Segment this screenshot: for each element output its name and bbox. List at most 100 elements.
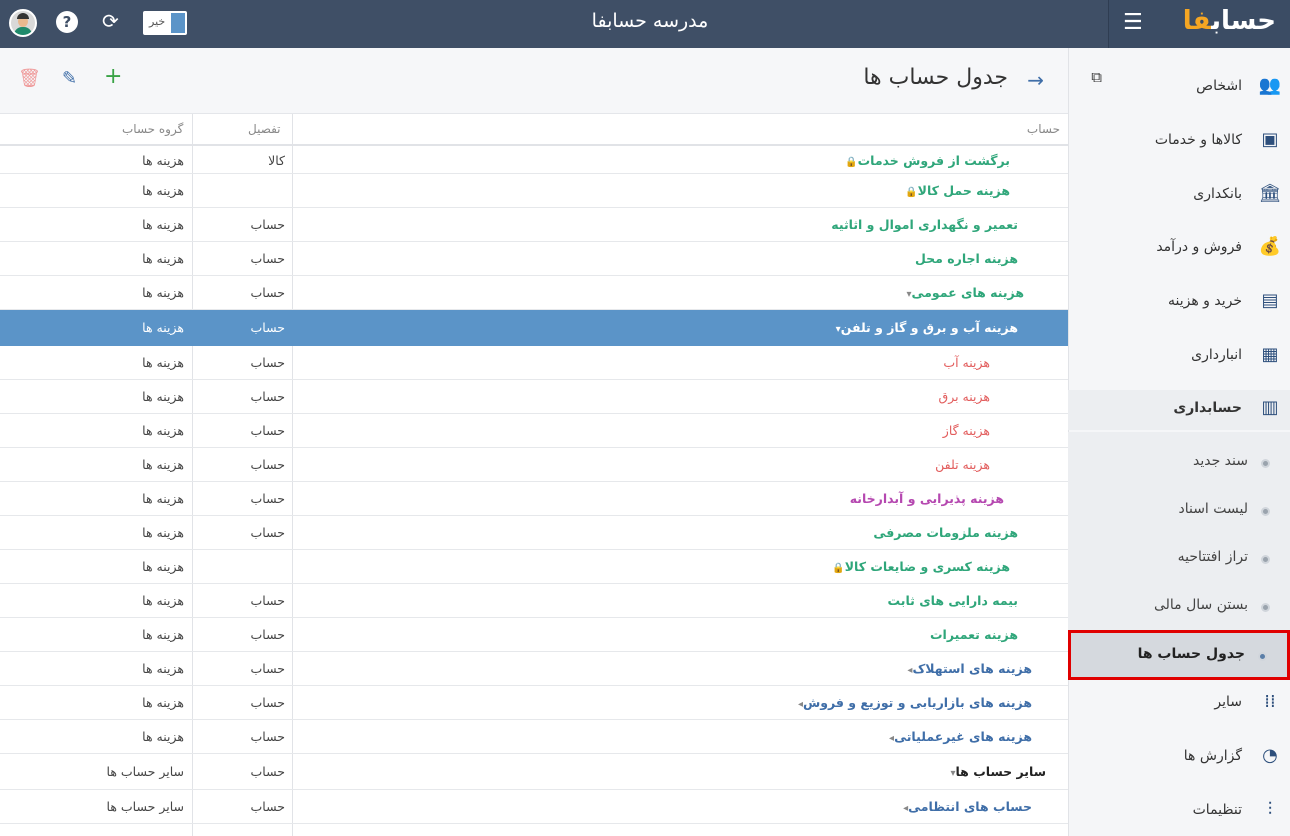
account-name[interactable]: بیمه دارایی های ثابت	[888, 593, 1018, 608]
submenu-item[interactable]: بستن سال مالی	[1068, 584, 1290, 628]
sidebar-item-label: انبارداری	[1191, 347, 1242, 363]
account-name[interactable]: هزینه کسری و ضایعات کالا🔒	[826, 559, 1010, 574]
account-name[interactable]: هزینه های عمومی▾	[900, 285, 1024, 300]
table-row[interactable]: هزینه ملزومات مصرفی حساب هزینه ها	[0, 516, 1068, 550]
detail-cell: حساب	[250, 355, 285, 370]
account-name-text: حساب های انتظامی	[908, 799, 1032, 814]
header-group[interactable]: گروه حساب	[122, 122, 183, 136]
lock-icon: 🔒	[845, 157, 858, 168]
toggle-switch[interactable]: خیر	[143, 11, 187, 35]
table-row[interactable]: بیمه دارایی های ثابت حساب هزینه ها	[0, 584, 1068, 618]
table-row[interactable]: هزینه آب حساب هزینه ها	[0, 346, 1068, 380]
sidebar-item-label: تنظیمات	[1192, 802, 1242, 818]
group-cell: سایر حساب ها	[106, 799, 184, 814]
group-cell: هزینه ها	[142, 320, 184, 335]
table-row[interactable]: هزینه حمل کالا🔒 هزینه ها	[0, 174, 1068, 208]
logo-accent: فا	[1182, 6, 1212, 36]
header-account[interactable]: حساب	[1027, 122, 1060, 136]
bullet-icon	[1261, 459, 1270, 468]
account-name-text: برگشت از فروش خدمات	[857, 153, 1010, 168]
add-button[interactable]: +	[104, 64, 122, 89]
submenu-item[interactable]: سند جدید	[1068, 440, 1290, 484]
account-name[interactable]: تعمیر و نگهداری اموال و اثاثیه	[831, 217, 1018, 232]
account-name[interactable]: هزینه اجاره محل	[915, 251, 1018, 266]
account-name-text: هزینه پذیرایی و آبدارخانه	[849, 491, 1004, 506]
table-row[interactable]: هزینه های غیرعملیاتی◂ حساب هزینه ها	[0, 720, 1068, 754]
account-name[interactable]: هزینه حمل کالا🔒	[899, 183, 1010, 198]
header-detail[interactable]: تفصیل	[248, 122, 281, 136]
table-row[interactable]: برگشت از فروش خدمات🔒 کالا هزینه ها	[0, 148, 1068, 174]
refresh-icon[interactable]: ⟳	[102, 9, 119, 33]
sidebar-item[interactable]: 👥 اشخاص	[1068, 68, 1290, 108]
table-row[interactable]: هزینه آب و برق و گاز و تلفن▾ حساب هزینه ها	[0, 310, 1068, 346]
account-name[interactable]: برگشت از فروش خدمات🔒	[839, 153, 1010, 168]
table-row[interactable]: هزینه برق حساب هزینه ها	[0, 380, 1068, 414]
account-name[interactable]: هزینه های بازاریابی و توزیع و فروش◂	[792, 695, 1032, 710]
submenu-item[interactable]: لیست اسناد	[1068, 488, 1290, 532]
table-row[interactable]: هزینه اجاره محل حساب هزینه ها	[0, 242, 1068, 276]
account-name[interactable]: هزینه گاز	[943, 423, 990, 438]
table-row[interactable]: هزینه تعمیرات حساب هزینه ها	[0, 618, 1068, 652]
sidebar-item[interactable]: ⫶ تنظیمات	[1068, 792, 1290, 832]
sidebar-item[interactable]: ⁞⁞ سایر	[1068, 684, 1290, 724]
submenu-item[interactable]: جدول حساب ها	[1068, 630, 1290, 680]
account-name[interactable]: هزینه تعمیرات	[930, 627, 1018, 642]
sidebar-item[interactable]: ◔ گزارش ها	[1068, 738, 1290, 778]
submenu-item[interactable]: تراز افتتاحیه	[1068, 536, 1290, 580]
group-cell: هزینه ها	[142, 251, 184, 266]
sidebar-item[interactable]: 💰 فروش و درآمد	[1068, 229, 1290, 269]
sidebar-item[interactable]: ▣ کالاها و خدمات	[1068, 122, 1290, 162]
app-logo[interactable]: حسابفا	[1183, 6, 1276, 36]
back-arrow-icon[interactable]: →	[1027, 68, 1044, 92]
account-name-text: هزینه تعمیرات	[929, 627, 1018, 642]
table-row[interactable]: هزینه های استهلاک◂ حساب هزینه ها	[0, 652, 1068, 686]
wallet-icon: ▤	[1261, 290, 1279, 311]
table-header: حساب تفصیل گروه حساب	[0, 114, 1068, 146]
group-cell: هزینه ها	[142, 627, 184, 642]
account-name[interactable]: هزینه آب	[943, 355, 990, 370]
edit-pencil-icon[interactable]: ✎	[62, 68, 77, 89]
sidebar-item-label: بانکداری	[1193, 186, 1242, 202]
table-row[interactable]: هزینه گاز حساب هزینه ها	[0, 414, 1068, 448]
table-row[interactable]: هزینه کسری و ضایعات کالا🔒 هزینه ها	[0, 550, 1068, 584]
table-row[interactable]: هزینه های بازاریابی و توزیع و فروش◂ حساب ه…	[0, 686, 1068, 720]
account-name-text: سایر حساب ها	[955, 764, 1046, 779]
account-name[interactable]: هزینه آب و برق و گاز و تلفن▾	[830, 320, 1018, 335]
warehouse-icon: ▦	[1261, 344, 1279, 365]
delete-trash-icon[interactable]: 🗑	[18, 68, 41, 89]
sidebar-item[interactable]: 🏛 بانکداری	[1068, 176, 1290, 216]
group-cell: هزینه ها	[142, 285, 184, 300]
table-row[interactable]: هزینه پذیرایی و آبدارخانه حساب هزینه ها	[0, 482, 1068, 516]
account-name[interactable]: هزینه پذیرایی و آبدارخانه	[850, 491, 1004, 506]
detail-cell: کالا	[268, 153, 285, 168]
detail-cell: حساب	[250, 627, 285, 642]
account-name[interactable]: هزینه برق	[939, 389, 991, 404]
account-name-text: هزینه آب	[943, 355, 990, 370]
table-row[interactable]: تعمیر و نگهداری اموال و اثاثیه حساب هزینه …	[0, 208, 1068, 242]
table-row[interactable]: هزینه های عمومی▾ حساب هزینه ها	[0, 276, 1068, 310]
account-name[interactable]: سایر حساب ها▾	[944, 764, 1046, 779]
top-bar: ? ⟳ خیر مدرسه حسابفا ☰ حسابفا	[0, 0, 1290, 48]
detail-cell: حساب	[250, 389, 285, 404]
sidebar-item[interactable]: ▥ حسابداری	[1068, 390, 1290, 430]
account-name-text: هزینه های عمومی	[911, 285, 1024, 300]
group-cell: هزینه ها	[142, 491, 184, 506]
table-row[interactable]: حساب های انتظامی◂ حساب سایر حساب ها	[0, 790, 1068, 824]
account-name[interactable]: هزینه های استهلاک◂	[901, 661, 1032, 676]
sidebar-item[interactable]: ▤ خرید و هزینه	[1068, 283, 1290, 323]
account-name[interactable]: هزینه ملزومات مصرفی	[873, 525, 1018, 540]
bank-icon: 🏛	[1258, 183, 1282, 204]
detail-cell: حساب	[250, 320, 285, 335]
table-row[interactable]: هزینه تلفن حساب هزینه ها	[0, 448, 1068, 482]
table-row[interactable]: سایر حساب ها▾ حساب سایر حساب ها	[0, 754, 1068, 790]
account-name[interactable]: هزینه تلفن	[935, 457, 990, 472]
sidebar-item-label: فروش و درآمد	[1156, 239, 1242, 255]
account-name[interactable]: حساب های انتظامی◂	[897, 799, 1032, 814]
detail-cell: حساب	[250, 729, 285, 744]
account-name[interactable]: هزینه های غیرعملیاتی◂	[883, 729, 1032, 744]
detail-cell: حساب	[250, 251, 285, 266]
help-icon[interactable]: ?	[56, 11, 78, 33]
hamburger-menu-icon[interactable]: ☰	[1123, 10, 1143, 35]
sidebar-item[interactable]: ▦ انبارداری	[1068, 337, 1290, 377]
user-avatar[interactable]	[9, 9, 37, 37]
